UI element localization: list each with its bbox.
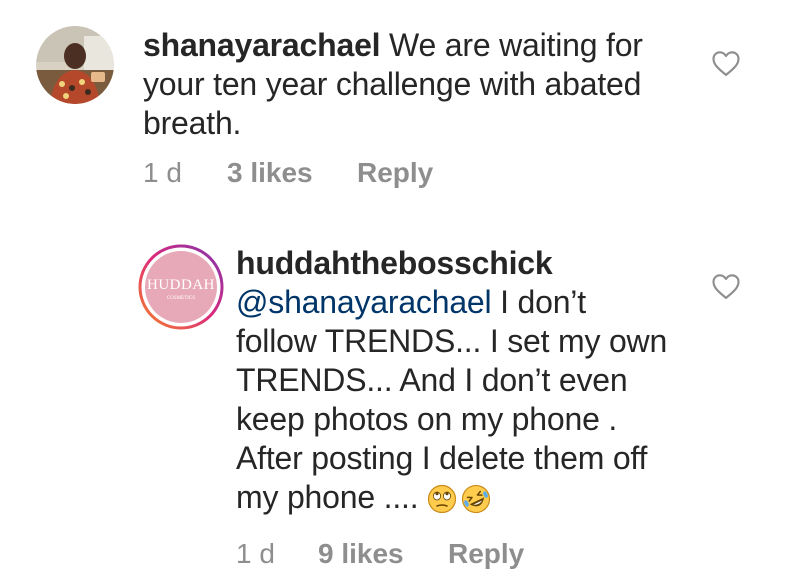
comment-body: shanayarachael We are waiting for your t…: [143, 26, 703, 143]
comment-text-line: We are waiting for: [380, 27, 643, 63]
comment-username[interactable]: huddahthebosschick: [236, 244, 706, 283]
comment-body: huddahthebosschick @shanayarachael I don…: [236, 244, 706, 517]
reply-button[interactable]: Reply: [357, 157, 433, 189]
comment-meta: 1 d 3 likes Reply: [143, 157, 543, 191]
avatar[interactable]: [36, 26, 114, 104]
comment-text-line: I don’t: [491, 284, 586, 320]
avatar-logo-subtext: COSMETICS: [167, 296, 195, 301]
profile-photo-icon: [36, 26, 114, 104]
comment-text-line: my phone ....: [236, 479, 428, 515]
face-with-rolling-eyes-icon: [427, 484, 457, 514]
comment-text-line: your ten year challenge with abated: [143, 66, 642, 102]
comment-text-line: keep photos on my phone .: [236, 401, 618, 437]
heart-outline-icon[interactable]: [711, 272, 741, 300]
reply-button[interactable]: Reply: [448, 538, 524, 570]
comment-meta: 1 d 9 likes Reply: [236, 538, 636, 572]
likes-count-link[interactable]: 9 likes: [318, 538, 404, 570]
rolling-on-floor-laughing-icon: [461, 484, 491, 514]
avatar[interactable]: HUDDAH COSMETICS: [138, 244, 224, 330]
comment-text-line: follow TRENDS... I set my own: [236, 323, 668, 359]
comment-text-line: TRENDS... And I don’t even: [236, 362, 628, 398]
heart-outline-icon[interactable]: [711, 49, 741, 77]
comment-text-line: After posting I delete them off: [236, 440, 648, 476]
comment-time: 1 d: [236, 538, 275, 569]
huddah-logo-icon: HUDDAH COSMETICS: [138, 244, 224, 330]
mention-link[interactable]: @shanayarachael: [236, 284, 492, 320]
comment-text-line: breath.: [143, 105, 242, 141]
comment-time: 1 d: [143, 157, 182, 188]
comment-username[interactable]: shanayarachael: [143, 27, 381, 63]
likes-count-link[interactable]: 3 likes: [227, 157, 313, 189]
avatar-logo-text: HUDDAH: [147, 277, 215, 293]
